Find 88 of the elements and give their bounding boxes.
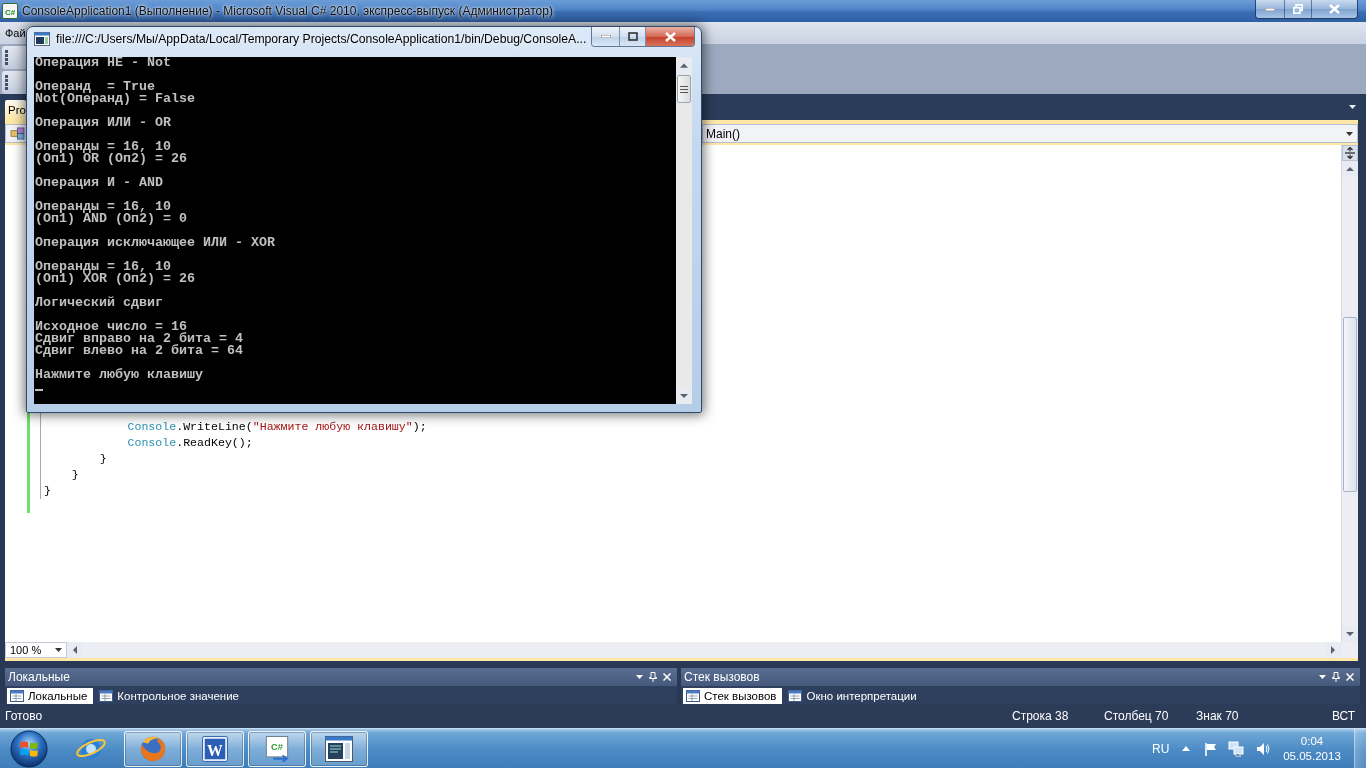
console-icon	[34, 32, 50, 46]
close-icon	[664, 31, 676, 42]
minimize-icon	[1265, 7, 1275, 11]
cursor-icon	[35, 389, 43, 391]
menu-item[interactable]: Фай	[5, 27, 26, 39]
dropdown-icon[interactable]	[1349, 105, 1356, 109]
console-window-icon	[325, 735, 353, 762]
console-line: Сдвиг влево на 2 бита = 64	[35, 345, 243, 357]
show-hidden-icons-icon[interactable]	[1182, 746, 1190, 751]
window-title: ConsoleApplication1 (Выполнение) - Microsoft Visual C# 2010, экспресс-выпуск (Администратор)	[22, 4, 553, 18]
panel-title: Стек вызовов	[684, 670, 760, 684]
insert-mode-indicator: ВСТ	[1332, 709, 1356, 723]
maximize-button[interactable]	[619, 27, 645, 46]
panel-tab[interactable]: Окно интерпретации	[785, 688, 923, 704]
close-icon[interactable]	[1346, 673, 1354, 681]
panel-tab[interactable]: Локальные	[7, 688, 94, 704]
language-indicator[interactable]: RU	[1152, 741, 1170, 756]
console-line: (Оп1) XOR (Оп2) = 26	[35, 273, 195, 285]
panel-menu-icon[interactable]	[636, 675, 643, 679]
tool-window-icon	[10, 690, 24, 702]
grip-icon	[680, 85, 688, 93]
restore-icon	[1293, 4, 1303, 14]
console-line: Операция исключающее ИЛИ - XOR	[35, 237, 275, 249]
taskbar-button[interactable]: W	[186, 730, 244, 767]
flag-icon[interactable]	[1204, 741, 1218, 756]
console-line: Операнды = 16, 10	[35, 201, 171, 213]
word-processor-icon: W	[202, 735, 228, 762]
grip-icon[interactable]	[5, 74, 9, 91]
pin-icon[interactable]	[1332, 672, 1340, 682]
panel-title: Локальные	[8, 670, 70, 684]
char-indicator: Знак 70	[1196, 709, 1239, 723]
console-line: Операция НЕ - Not	[35, 57, 171, 69]
clock[interactable]: 0:04 05.05.2013	[1282, 733, 1342, 764]
taskbar-button[interactable]: C#	[248, 730, 306, 767]
code-line: Console.WriteLine("Нажмите любую клавишу");	[127, 420, 427, 433]
speaker-icon[interactable]	[1256, 741, 1270, 756]
scroll-down-icon[interactable]	[676, 388, 692, 404]
scroll-up-icon[interactable]	[676, 57, 692, 74]
scrollbar-thumb[interactable]	[1343, 317, 1357, 492]
network-icon[interactable]	[1228, 740, 1244, 757]
code-line: Console.ReadKey();	[127, 436, 253, 449]
app-icon: C#	[2, 3, 18, 19]
line-indicator: Строка 38	[1012, 709, 1069, 723]
taskbar-button[interactable]	[124, 730, 182, 767]
pin-icon[interactable]	[649, 672, 657, 682]
restore-button[interactable]	[1284, 0, 1311, 18]
start-button[interactable]	[10, 729, 48, 768]
taskbar-button[interactable]	[310, 730, 368, 767]
close-button[interactable]	[645, 27, 694, 46]
console-line: Исходное число = 16	[35, 321, 187, 333]
scrollbar-thumb[interactable]	[677, 75, 691, 103]
console-line: (Оп1) OR (Оп2) = 26	[35, 153, 187, 165]
dropdown-icon	[1346, 131, 1353, 136]
tool-window-icon	[99, 690, 114, 702]
console-title: file:///C:/Users/Мы/AppData/Local/Temporary Projects/ConsoleApplication1/bin/Debug/ConsoleA...	[56, 32, 587, 46]
minimize-icon	[600, 35, 611, 38]
panel-menu-icon[interactable]	[1319, 675, 1326, 679]
class-icon	[10, 127, 25, 140]
panel-tab[interactable]: Стек вызовов	[683, 688, 783, 704]
column-indicator: Столбец 70	[1104, 709, 1169, 723]
console-line: Операнды = 16, 10	[35, 141, 171, 153]
code-line: }	[99, 452, 107, 465]
document-tab[interactable]: Pro	[5, 100, 26, 120]
console-line: Сдвиг вправо на 2 бита = 4	[35, 333, 243, 345]
tool-window-icon	[788, 690, 803, 702]
browser-icon	[139, 734, 167, 763]
console-line: Операция И - AND	[35, 177, 163, 189]
tool-window-icon	[686, 690, 700, 702]
splitter-icon[interactable]	[1342, 145, 1358, 161]
close-icon[interactable]	[663, 673, 671, 681]
code-line: }	[71, 468, 79, 481]
console-line: Нажмите любую клавишу	[35, 369, 203, 381]
console-line: Операнд = True	[35, 81, 155, 93]
code-line: }	[44, 484, 51, 497]
close-icon	[1329, 4, 1340, 14]
zoom-dropdown[interactable]: 100 %	[5, 642, 67, 658]
grip-icon[interactable]	[5, 49, 9, 66]
maximize-icon	[627, 32, 638, 41]
dropdown-icon	[55, 648, 62, 652]
status-message: Готово	[5, 709, 43, 723]
member-dropdown[interactable]: Main()	[702, 124, 1358, 143]
console-line: Операнды = 16, 10	[35, 261, 171, 273]
console-line: Операция ИЛИ - OR	[35, 117, 171, 129]
console-line: Not(Операнд) = False	[35, 93, 195, 105]
console-line: (Оп1) AND (Оп2) = 0	[35, 213, 187, 225]
close-button[interactable]	[1311, 0, 1357, 18]
panel-tab[interactable]: Контрольное значение	[96, 688, 245, 704]
console-line: Логический сдвиг	[35, 297, 163, 309]
